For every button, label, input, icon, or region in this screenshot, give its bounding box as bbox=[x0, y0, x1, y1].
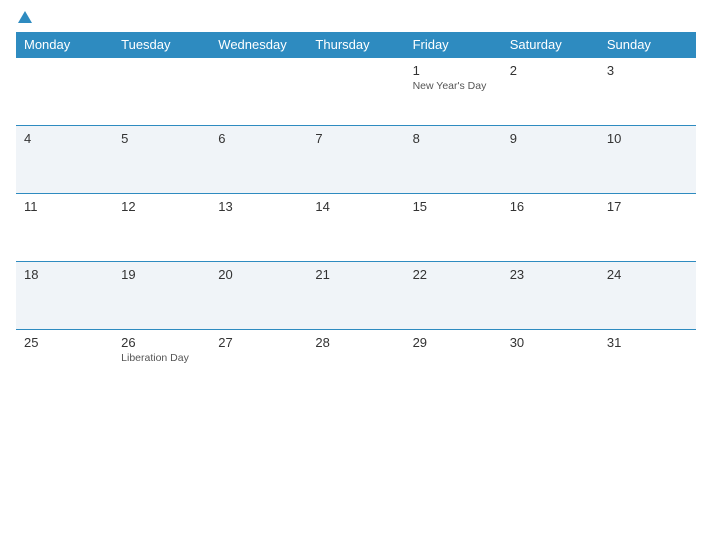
holiday-label: New Year's Day bbox=[413, 80, 494, 93]
calendar-cell bbox=[16, 58, 113, 126]
day-number: 8 bbox=[413, 131, 494, 146]
day-number: 26 bbox=[121, 335, 202, 350]
calendar-cell: 17 bbox=[599, 194, 696, 262]
day-number: 17 bbox=[607, 199, 688, 214]
calendar-body: 1New Year's Day2345678910111213141516171… bbox=[16, 58, 696, 398]
dow-header-monday: Monday bbox=[16, 32, 113, 58]
day-number: 28 bbox=[315, 335, 396, 350]
calendar-header: MondayTuesdayWednesdayThursdayFridaySatu… bbox=[16, 32, 696, 58]
day-number: 31 bbox=[607, 335, 688, 350]
calendar-cell: 26 Liberation Day bbox=[113, 330, 210, 398]
day-number: 24 bbox=[607, 267, 688, 282]
week-row-3: 11 12 13 14 15 16 17 bbox=[16, 194, 696, 262]
day-number: 27 bbox=[218, 335, 299, 350]
day-number: 3 bbox=[607, 63, 688, 78]
holiday-label: Liberation Day bbox=[121, 352, 202, 365]
calendar-cell: 16 bbox=[502, 194, 599, 262]
calendar-cell: 13 bbox=[210, 194, 307, 262]
calendar-cell: 1 New Year's Day bbox=[405, 58, 502, 126]
calendar-cell: 5 bbox=[113, 126, 210, 194]
day-number: 9 bbox=[510, 131, 591, 146]
week-row-1: 1 New Year's Day 2 3 bbox=[16, 58, 696, 126]
calendar-cell: 20 bbox=[210, 262, 307, 330]
day-number: 10 bbox=[607, 131, 688, 146]
calendar-cell: 25 bbox=[16, 330, 113, 398]
calendar-cell bbox=[210, 58, 307, 126]
day-number: 2 bbox=[510, 63, 591, 78]
logo bbox=[16, 12, 32, 24]
week-row-4: 18 19 20 21 22 23 24 bbox=[16, 262, 696, 330]
calendar-cell: 6 bbox=[210, 126, 307, 194]
dow-header-sunday: Sunday bbox=[599, 32, 696, 58]
calendar-cell: 31 bbox=[599, 330, 696, 398]
calendar-cell: 8 bbox=[405, 126, 502, 194]
day-number: 12 bbox=[121, 199, 202, 214]
page: MondayTuesdayWednesdayThursdayFridaySatu… bbox=[0, 0, 712, 550]
calendar-cell bbox=[113, 58, 210, 126]
calendar-cell: 11 bbox=[16, 194, 113, 262]
calendar-cell: 10 bbox=[599, 126, 696, 194]
calendar-cell: 24 bbox=[599, 262, 696, 330]
day-number: 23 bbox=[510, 267, 591, 282]
day-number: 16 bbox=[510, 199, 591, 214]
day-number: 21 bbox=[315, 267, 396, 282]
day-number: 13 bbox=[218, 199, 299, 214]
calendar-table: MondayTuesdayWednesdayThursdayFridaySatu… bbox=[16, 32, 696, 398]
calendar-cell: 15 bbox=[405, 194, 502, 262]
day-number: 20 bbox=[218, 267, 299, 282]
day-number: 4 bbox=[24, 131, 105, 146]
dow-header-thursday: Thursday bbox=[307, 32, 404, 58]
dow-header-wednesday: Wednesday bbox=[210, 32, 307, 58]
days-of-week-row: MondayTuesdayWednesdayThursdayFridaySatu… bbox=[16, 32, 696, 58]
calendar-cell: 7 bbox=[307, 126, 404, 194]
calendar-cell: 28 bbox=[307, 330, 404, 398]
day-number: 1 bbox=[413, 63, 494, 78]
calendar-cell: 29 bbox=[405, 330, 502, 398]
calendar-cell: 18 bbox=[16, 262, 113, 330]
calendar-cell: 22 bbox=[405, 262, 502, 330]
day-number: 11 bbox=[24, 199, 105, 214]
day-number: 6 bbox=[218, 131, 299, 146]
day-number: 19 bbox=[121, 267, 202, 282]
calendar-cell: 27 bbox=[210, 330, 307, 398]
dow-header-tuesday: Tuesday bbox=[113, 32, 210, 58]
day-number: 25 bbox=[24, 335, 105, 350]
calendar-cell: 23 bbox=[502, 262, 599, 330]
dow-header-friday: Friday bbox=[405, 32, 502, 58]
calendar-cell: 19 bbox=[113, 262, 210, 330]
week-row-2: 4 5 6 7 8 9 10 bbox=[16, 126, 696, 194]
day-number: 22 bbox=[413, 267, 494, 282]
day-number: 15 bbox=[413, 199, 494, 214]
day-number: 14 bbox=[315, 199, 396, 214]
calendar-cell: 3 bbox=[599, 58, 696, 126]
calendar-cell: 21 bbox=[307, 262, 404, 330]
day-number: 7 bbox=[315, 131, 396, 146]
calendar-cell bbox=[307, 58, 404, 126]
calendar-cell: 30 bbox=[502, 330, 599, 398]
day-number: 18 bbox=[24, 267, 105, 282]
calendar-cell: 12 bbox=[113, 194, 210, 262]
dow-header-saturday: Saturday bbox=[502, 32, 599, 58]
calendar-cell: 14 bbox=[307, 194, 404, 262]
week-row-5: 25 26 Liberation Day 27 28 29 30 31 bbox=[16, 330, 696, 398]
day-number: 30 bbox=[510, 335, 591, 350]
header bbox=[16, 12, 696, 24]
day-number: 5 bbox=[121, 131, 202, 146]
calendar-cell: 9 bbox=[502, 126, 599, 194]
calendar-cell: 4 bbox=[16, 126, 113, 194]
logo-triangle-icon bbox=[18, 11, 32, 23]
calendar-cell: 2 bbox=[502, 58, 599, 126]
day-number: 29 bbox=[413, 335, 494, 350]
